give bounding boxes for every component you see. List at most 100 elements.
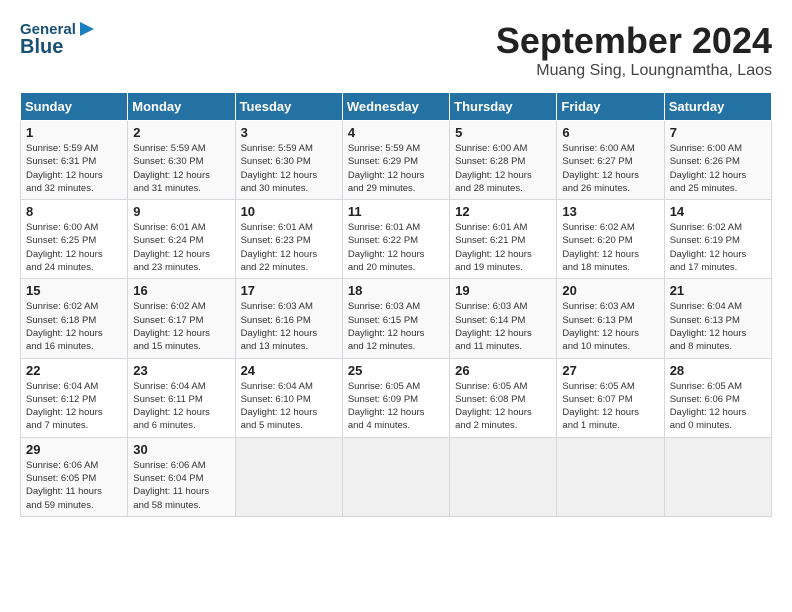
calendar-cell: 27 Sunrise: 6:05 AMSunset: 6:07 PMDayligh…	[557, 358, 664, 437]
day-number: 11	[348, 204, 444, 219]
day-number: 26	[455, 363, 551, 378]
calendar-cell: 17 Sunrise: 6:03 AMSunset: 6:16 PMDayligh…	[235, 279, 342, 358]
day-number: 17	[241, 283, 337, 298]
day-detail: Sunrise: 6:02 AMSunset: 6:19 PMDaylight:…	[670, 221, 766, 274]
day-detail: Sunrise: 6:01 AMSunset: 6:22 PMDaylight:…	[348, 221, 444, 274]
calendar-cell: 25 Sunrise: 6:05 AMSunset: 6:09 PMDayligh…	[342, 358, 449, 437]
day-detail: Sunrise: 6:04 AMSunset: 6:10 PMDaylight:…	[241, 380, 337, 433]
day-detail: Sunrise: 6:05 AMSunset: 6:06 PMDaylight:…	[670, 380, 766, 433]
day-number: 16	[133, 283, 229, 298]
calendar-subtitle: Muang Sing, Loungnamtha, Laos	[496, 62, 772, 80]
calendar-cell: 24 Sunrise: 6:04 AMSunset: 6:10 PMDayligh…	[235, 358, 342, 437]
calendar-cell: 26 Sunrise: 6:05 AMSunset: 6:08 PMDayligh…	[450, 358, 557, 437]
day-detail: Sunrise: 6:00 AMSunset: 6:25 PMDaylight:…	[26, 221, 122, 274]
day-number: 12	[455, 204, 551, 219]
logo-blue: Blue	[20, 38, 63, 56]
day-detail: Sunrise: 6:01 AMSunset: 6:23 PMDaylight:…	[241, 221, 337, 274]
day-detail: Sunrise: 6:03 AMSunset: 6:15 PMDaylight:…	[348, 300, 444, 353]
column-header-thursday: Thursday	[450, 93, 557, 121]
day-number: 27	[562, 363, 658, 378]
calendar-cell	[235, 437, 342, 516]
calendar-cell: 4 Sunrise: 5:59 AMSunset: 6:29 PMDaylight…	[342, 121, 449, 200]
day-detail: Sunrise: 6:03 AMSunset: 6:13 PMDaylight:…	[562, 300, 658, 353]
calendar-cell: 16 Sunrise: 6:02 AMSunset: 6:17 PMDayligh…	[128, 279, 235, 358]
day-number: 4	[348, 125, 444, 140]
day-number: 10	[241, 204, 337, 219]
calendar-cell	[450, 437, 557, 516]
calendar-cell: 5Sunrise: 6:00 AMSunset: 6:28 PMDaylight…	[450, 121, 557, 200]
day-detail: Sunrise: 6:06 AMSunset: 6:05 PMDaylight:…	[26, 459, 122, 512]
logo-general: General	[20, 21, 76, 38]
day-detail: Sunrise: 6:03 AMSunset: 6:16 PMDaylight:…	[241, 300, 337, 353]
calendar-cell: 11 Sunrise: 6:01 AMSunset: 6:22 PMDayligh…	[342, 200, 449, 279]
day-number: 13	[562, 204, 658, 219]
day-number: 21	[670, 283, 766, 298]
day-detail: Sunrise: 6:05 AMSunset: 6:09 PMDaylight:…	[348, 380, 444, 433]
day-number: 24	[241, 363, 337, 378]
column-header-monday: Monday	[128, 93, 235, 121]
day-number: 23	[133, 363, 229, 378]
day-detail: Sunrise: 6:04 AMSunset: 6:13 PMDaylight:…	[670, 300, 766, 353]
day-detail: Sunrise: 6:02 AMSunset: 6:17 PMDaylight:…	[133, 300, 229, 353]
day-detail: Sunrise: 6:02 AMSunset: 6:20 PMDaylight:…	[562, 221, 658, 274]
calendar-cell: 29 Sunrise: 6:06 AMSunset: 6:05 PMDayligh…	[21, 437, 128, 516]
day-detail: Sunrise: 5:59 AMSunset: 6:31 PMDaylight:…	[26, 142, 122, 195]
day-number: 3	[241, 125, 337, 140]
calendar-cell: 6Sunrise: 6:00 AMSunset: 6:27 PMDaylight…	[557, 121, 664, 200]
day-detail: Sunrise: 6:02 AMSunset: 6:18 PMDaylight:…	[26, 300, 122, 353]
day-number: 25	[348, 363, 444, 378]
column-header-saturday: Saturday	[664, 93, 771, 121]
day-number: 29	[26, 442, 122, 457]
calendar-title: September 2024	[496, 20, 772, 62]
calendar-cell: 23Sunrise: 6:04 AMSunset: 6:11 PMDayligh…	[128, 358, 235, 437]
calendar-cell	[664, 437, 771, 516]
day-detail: Sunrise: 6:03 AMSunset: 6:14 PMDaylight:…	[455, 300, 551, 353]
day-detail: Sunrise: 6:00 AMSunset: 6:27 PMDaylight:…	[562, 142, 658, 195]
day-number: 22	[26, 363, 122, 378]
day-number: 7	[670, 125, 766, 140]
calendar-cell: 13 Sunrise: 6:02 AMSunset: 6:20 PMDayligh…	[557, 200, 664, 279]
day-detail: Sunrise: 6:05 AMSunset: 6:07 PMDaylight:…	[562, 380, 658, 433]
column-header-tuesday: Tuesday	[235, 93, 342, 121]
day-detail: Sunrise: 5:59 AMSunset: 6:29 PMDaylight:…	[348, 142, 444, 195]
day-detail: Sunrise: 6:04 AMSunset: 6:12 PMDaylight:…	[26, 380, 122, 433]
day-detail: Sunrise: 6:06 AMSunset: 6:04 PMDaylight:…	[133, 459, 229, 512]
day-number: 14	[670, 204, 766, 219]
calendar-cell: 2Sunrise: 5:59 AMSunset: 6:30 PMDaylight…	[128, 121, 235, 200]
day-number: 8	[26, 204, 122, 219]
calendar-cell: 30Sunrise: 6:06 AMSunset: 6:04 PMDayligh…	[128, 437, 235, 516]
day-detail: Sunrise: 6:00 AMSunset: 6:26 PMDaylight:…	[670, 142, 766, 195]
logo-arrow-icon	[76, 20, 94, 38]
logo: General Blue	[20, 20, 94, 56]
calendar-cell: 12 Sunrise: 6:01 AMSunset: 6:21 PMDayligh…	[450, 200, 557, 279]
day-number: 5	[455, 125, 551, 140]
title-section: September 2024 Muang Sing, Loungnamtha, …	[496, 20, 772, 80]
day-detail: Sunrise: 6:05 AMSunset: 6:08 PMDaylight:…	[455, 380, 551, 433]
calendar-cell: 28 Sunrise: 6:05 AMSunset: 6:06 PMDayligh…	[664, 358, 771, 437]
calendar-cell: 20 Sunrise: 6:03 AMSunset: 6:13 PMDayligh…	[557, 279, 664, 358]
day-number: 1	[26, 125, 122, 140]
calendar-cell: 9Sunrise: 6:01 AMSunset: 6:24 PMDaylight…	[128, 200, 235, 279]
column-header-sunday: Sunday	[21, 93, 128, 121]
day-number: 28	[670, 363, 766, 378]
calendar-cell: 8 Sunrise: 6:00 AMSunset: 6:25 PMDaylight…	[21, 200, 128, 279]
column-header-wednesday: Wednesday	[342, 93, 449, 121]
calendar-cell: 3 Sunrise: 5:59 AMSunset: 6:30 PMDaylight…	[235, 121, 342, 200]
day-number: 9	[133, 204, 229, 219]
calendar-cell	[342, 437, 449, 516]
day-number: 20	[562, 283, 658, 298]
day-number: 2	[133, 125, 229, 140]
day-number: 15	[26, 283, 122, 298]
calendar-cell: 19Sunrise: 6:03 AMSunset: 6:14 PMDayligh…	[450, 279, 557, 358]
calendar-cell: 1 Sunrise: 5:59 AMSunset: 6:31 PMDaylight…	[21, 121, 128, 200]
calendar-cell: 22 Sunrise: 6:04 AMSunset: 6:12 PMDayligh…	[21, 358, 128, 437]
column-header-friday: Friday	[557, 93, 664, 121]
calendar-cell: 15 Sunrise: 6:02 AMSunset: 6:18 PMDayligh…	[21, 279, 128, 358]
day-detail: Sunrise: 6:01 AMSunset: 6:21 PMDaylight:…	[455, 221, 551, 274]
calendar-cell: 21 Sunrise: 6:04 AMSunset: 6:13 PMDayligh…	[664, 279, 771, 358]
calendar-table: SundayMondayTuesdayWednesdayThursdayFrid…	[20, 92, 772, 517]
calendar-cell: 14 Sunrise: 6:02 AMSunset: 6:19 PMDayligh…	[664, 200, 771, 279]
day-detail: Sunrise: 5:59 AMSunset: 6:30 PMDaylight:…	[241, 142, 337, 195]
calendar-cell: 10 Sunrise: 6:01 AMSunset: 6:23 PMDayligh…	[235, 200, 342, 279]
day-number: 18	[348, 283, 444, 298]
